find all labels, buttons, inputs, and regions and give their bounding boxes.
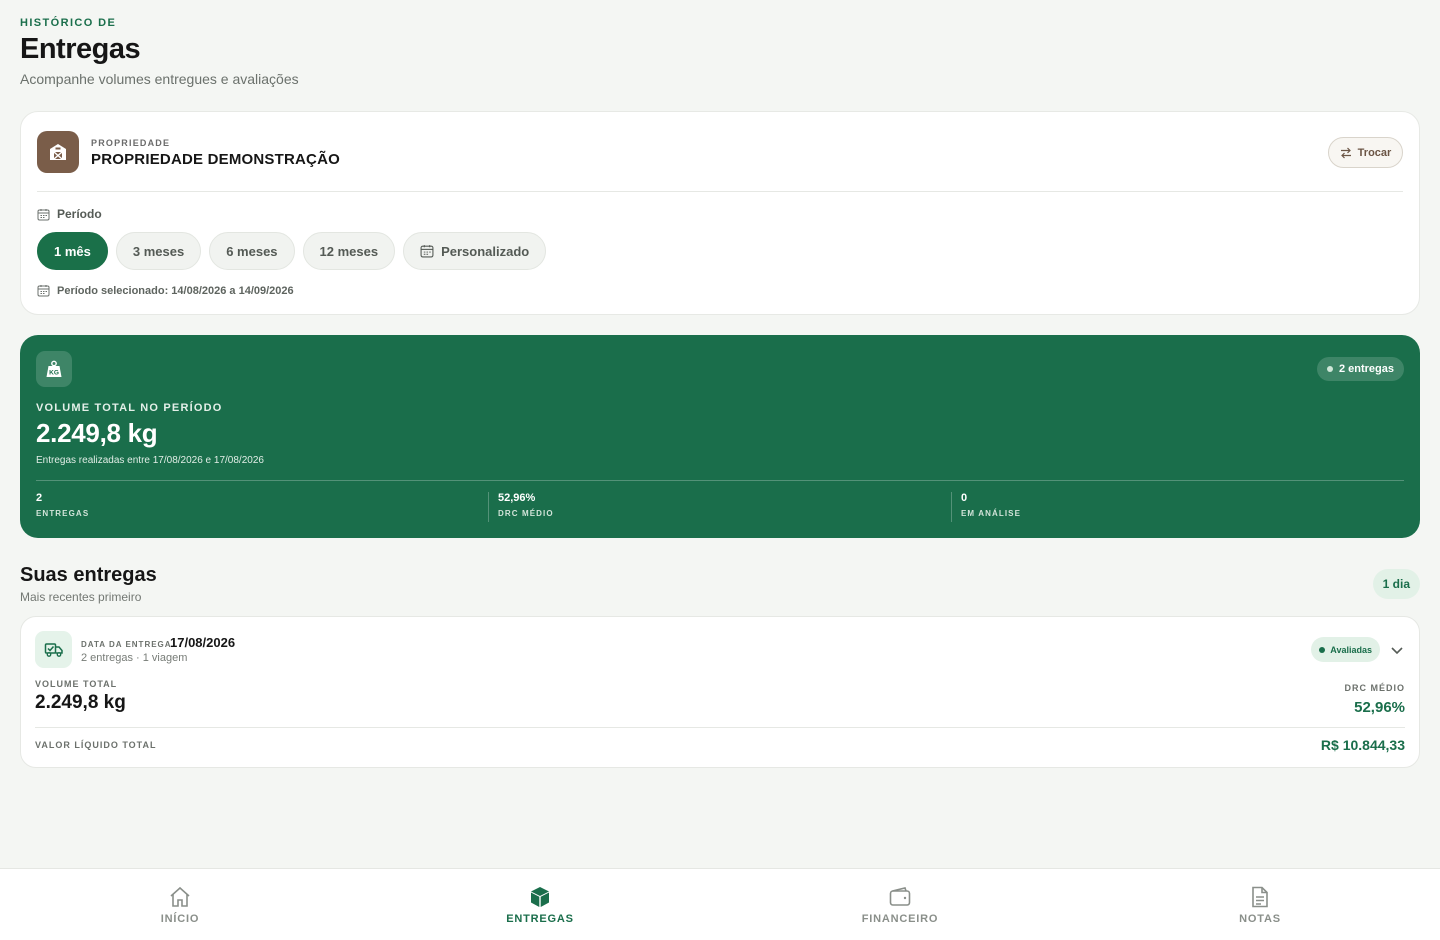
status-badge: Avaliadas [1311,637,1380,662]
period-label-text: Período [57,207,102,221]
volume-total-value: 2.249,8 kg [36,418,158,448]
chip-label: 3 meses [132,243,185,259]
volume-range-text: Entregas realizadas entre 17/08/2026 e 1… [36,455,264,466]
status-dot [1326,366,1333,372]
chip-12-months[interactable]: 12 meses [302,232,396,270]
volume-total-label: VOLUME TOTAL [35,679,118,689]
volume-total-value: 2.249,8 kg [35,692,126,713]
chip-label: 1 mês [54,243,91,259]
bottom-nav: INÍCIO ENTREGAS FINANCEIRO NOTAS [0,868,1440,940]
swap-label: Trocar [1357,146,1392,159]
page-title: Entregas [20,33,141,65]
weight-icon-wrapper: KG [36,351,72,387]
chip-label: Personalizado [441,243,530,259]
svg-text:KG: KG [49,370,59,377]
deliveries-count-pill: 2 entregas [1316,357,1404,381]
stat-label: DRC MÉDIO [498,509,554,518]
selected-range: Período selecionado: 14/08/2026 a 14/09/… [37,284,294,297]
truck-check-icon [44,642,63,657]
period-label: Período [37,207,102,221]
calendar-icon [420,245,434,258]
count-pill-label: 2 entregas [1338,363,1394,375]
chip-label: 12 meses [319,243,379,259]
selected-range-text: Período selecionado: 14/08/2026 a 14/09/… [57,284,294,297]
calendar-icon [37,208,50,220]
nav-item-deliveries[interactable]: ENTREGAS [360,869,720,940]
nav-item-home[interactable]: INÍCIO [0,869,360,940]
truck-icon-wrapper [35,631,72,668]
chip-label: 6 meses [226,243,278,259]
stat-value: 2 [36,492,43,504]
deliveries-section-subtitle: Mais recentes primeiro [20,590,142,604]
status-dot [1319,646,1326,653]
chip-custom[interactable]: Personalizado [403,232,547,270]
stat-value: 52,96% [498,492,536,504]
stat-label: ENTREGAS [36,509,90,518]
box-icon [531,887,549,907]
delivery-date-label: DATA DA ENTREGA [81,640,172,649]
stat-drc: 52,96% DRC MÉDIO [498,492,554,522]
chip-6-months[interactable]: 6 meses [209,232,295,270]
drc-label: DRC MÉDIO [1344,683,1405,693]
net-value-label: VALOR LÍQUIDO TOTAL [35,740,157,750]
swap-property-button[interactable]: Trocar [1328,137,1403,168]
drc-value: 52,96% [1354,699,1405,716]
divider [36,480,1404,481]
weight-kg-icon: KG [46,360,62,377]
nav-label: INÍCIO [160,913,200,925]
page-eyebrow: HISTÓRICO DE [20,17,117,29]
delivery-meta: 2 entregas · 1 viagem [81,652,188,664]
nav-item-notes[interactable]: NOTAS [1080,869,1440,940]
swap-arrows-icon [1340,147,1351,158]
stat-separator [951,492,952,522]
delivery-card[interactable]: DATA DA ENTREGA 17/08/2026 2 entregas · … [20,616,1420,768]
period-chips: 1 mês 3 meses 6 meses 12 meses Personali… [37,232,547,270]
stat-in-analysis: 0 EM ANÁLISE [961,492,1021,522]
stat-deliveries: 2 ENTREGAS [36,492,89,522]
volume-eyebrow: VOLUME TOTAL NO PERÍODO [36,402,223,414]
volume-summary-card: KG 2 entregas VOLUME TOTAL NO PERÍODO 2.… [20,335,1420,538]
stat-label: EM ANÁLISE [961,509,1022,518]
property-name: PROPRIEDADE DEMONSTRAÇÃO [91,151,340,168]
barn-icon [50,144,66,160]
nav-label: NOTAS [1239,913,1281,925]
delivery-date: 17/08/2026 [170,635,236,650]
divider [35,727,1405,728]
deliveries-section-title: Suas entregas [20,564,157,586]
calendar-icon [37,285,50,297]
chip-3-months[interactable]: 3 meses [115,232,202,270]
chevron-down-icon[interactable] [1389,642,1405,658]
nav-label: FINANCEIRO [861,913,939,925]
property-avatar [37,131,79,173]
home-icon [170,886,190,907]
stat-value: 0 [961,492,968,504]
property-eyebrow: PROPRIEDADE [91,138,171,148]
day-count-pill: 1 dia [1372,569,1420,599]
nav-label: ENTREGAS [506,913,574,925]
document-icon [1252,886,1268,908]
wallet-icon [889,887,911,906]
divider [37,191,1403,192]
chip-1-month[interactable]: 1 mês [37,232,108,270]
page-subtitle: Acompanhe volumes entregues e avaliações [20,71,299,87]
property-card: PROPRIEDADE PROPRIEDADE DEMONSTRAÇÃO Tro… [20,111,1420,315]
stat-separator [488,492,489,522]
status-label: Avaliadas [1330,644,1372,655]
nav-item-finance[interactable]: FINANCEIRO [720,869,1080,940]
net-value: R$ 10.844,33 [1320,737,1405,753]
